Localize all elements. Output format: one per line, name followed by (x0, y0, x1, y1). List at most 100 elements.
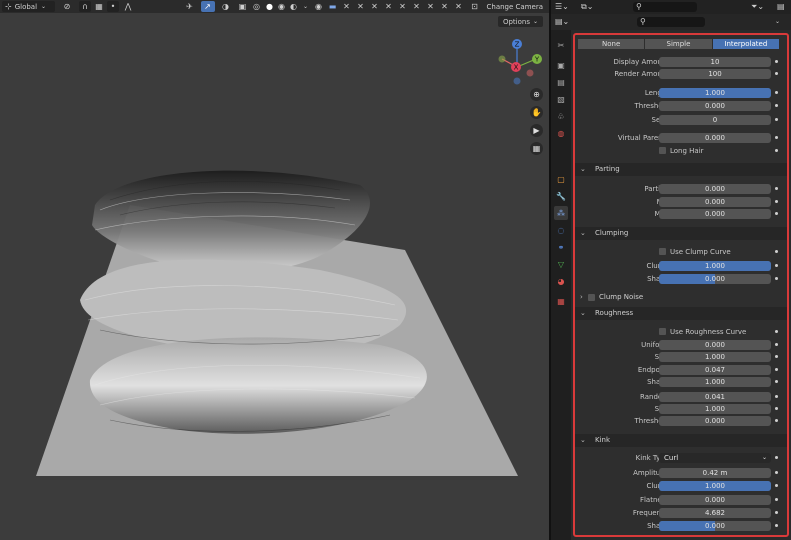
clump-noise-checkbox[interactable] (588, 294, 595, 301)
transform-orientation-dropdown[interactable]: ⊹ Global ⌄ (2, 1, 55, 12)
kink-shape-slider[interactable]: 0.000 (659, 521, 771, 531)
length-slider[interactable]: 1.000 (659, 88, 771, 98)
change-camera-icon-btn[interactable]: ⊡ (469, 1, 481, 12)
keyframe-dot[interactable] (775, 200, 778, 203)
change-camera-button[interactable]: Change Camera (483, 1, 548, 12)
random-field[interactable]: 0.041 (659, 392, 771, 402)
shading-material[interactable]: ◉ (277, 1, 287, 12)
parting-field[interactable]: 0.000 (659, 184, 771, 194)
keyframe-dot[interactable] (775, 250, 778, 253)
tab-tool[interactable]: ✂ (554, 38, 568, 52)
tab-data[interactable]: ▽ (554, 257, 568, 271)
clump-shape-slider[interactable]: 0.000 (659, 274, 771, 284)
keyframe-dot[interactable] (775, 277, 778, 280)
mode-none-button[interactable]: None (578, 39, 645, 49)
display-amount-field[interactable]: 10 (659, 57, 771, 67)
amplitude-field[interactable]: 0.42 m (659, 468, 771, 478)
mode-interpolated-button[interactable]: Interpolated (712, 39, 779, 49)
overlays-dropdown[interactable]: ◑ (217, 1, 235, 12)
filter-dropdown[interactable]: ⏷⌄ (751, 2, 771, 12)
parting-max-field[interactable]: 0.000 (659, 209, 771, 219)
new-collection-button[interactable]: ▤ (777, 2, 787, 12)
endpoint-field[interactable]: 0.047 (659, 365, 771, 375)
tab-output[interactable]: ▤ (554, 75, 568, 89)
tab-material[interactable]: ◕ (554, 274, 568, 288)
gizmo-x6[interactable]: ✕ (411, 1, 423, 12)
random-threshold-field[interactable]: 0.000 (659, 416, 771, 426)
falloff-dropdown[interactable]: ⋀ (121, 1, 135, 12)
flatness-field[interactable]: 0.000 (659, 495, 771, 505)
tab-render[interactable]: ▣ (554, 58, 568, 72)
shading-options[interactable]: ⌄ (301, 1, 311, 12)
roughness-section-header[interactable]: ⌄ Roughness (575, 307, 787, 320)
gizmo-x8[interactable]: ✕ (439, 1, 451, 12)
shading-rendered[interactable]: ◐ (289, 1, 299, 12)
proportional-edit-toggle[interactable]: • (107, 1, 119, 12)
navigation-gizmo[interactable]: Z Y X (494, 37, 546, 85)
keyframe-dot[interactable] (775, 484, 778, 487)
clump-slider[interactable]: 1.000 (659, 261, 771, 271)
properties-editor-type[interactable]: ▤⌄ (555, 17, 575, 27)
gizmo-x2[interactable]: ✕ (355, 1, 367, 12)
visibility-toggle[interactable]: ◉ (313, 1, 325, 12)
gizmo-x4[interactable]: ✕ (383, 1, 395, 12)
options-dropdown[interactable]: Options ⌄ (497, 16, 543, 27)
keyframe-dot[interactable] (775, 72, 778, 75)
editor-type-dropdown[interactable]: ☰⌄ (555, 2, 575, 12)
tab-texture[interactable]: ▦ (554, 294, 568, 308)
outliner-search-input[interactable]: ⚲ (633, 2, 697, 12)
parting-min-field[interactable]: 0.000 (659, 197, 771, 207)
keyframe-dot[interactable] (775, 456, 778, 459)
tab-view-layer[interactable]: ▧ (554, 92, 568, 106)
snap-target-dropdown[interactable]: ▦ (93, 1, 105, 12)
show-gizmo-dropdown[interactable]: ✈ (181, 1, 199, 12)
display-mode-dropdown[interactable]: ⧉⌄ (581, 2, 601, 12)
keyframe-dot[interactable] (775, 60, 778, 63)
keyframe-dot[interactable] (775, 395, 778, 398)
keyframe-dot[interactable] (775, 355, 778, 358)
camera-toggle[interactable]: ▬ (327, 1, 339, 12)
virtual-parents-field[interactable]: 0.000 (659, 133, 771, 143)
keyframe-dot[interactable] (775, 264, 778, 267)
use-clump-curve-checkbox[interactable] (659, 248, 666, 255)
xray-toggle[interactable]: ▣ (237, 1, 249, 12)
keyframe-dot[interactable] (775, 419, 778, 422)
mode-simple-button[interactable]: Simple (645, 39, 712, 49)
gizmo-x5[interactable]: ✕ (397, 1, 409, 12)
zoom-button[interactable]: ⊕ (530, 88, 543, 101)
keyframe-dot[interactable] (775, 136, 778, 139)
properties-options[interactable]: ⌄ (775, 17, 785, 27)
uniform-size-field[interactable]: 1.000 (659, 352, 771, 362)
gizmo-x1[interactable]: ✕ (341, 1, 353, 12)
pan-button[interactable]: ✋ (530, 106, 543, 119)
keyframe-dot[interactable] (775, 104, 778, 107)
tab-constraints[interactable]: ⚭ (554, 240, 568, 254)
camera-view-button[interactable]: ▶ (530, 124, 543, 137)
keyframe-dot[interactable] (775, 380, 778, 383)
keyframe-dot[interactable] (775, 187, 778, 190)
gizmo-x9[interactable]: ✕ (453, 1, 465, 12)
keyframe-dot[interactable] (775, 330, 778, 333)
keyframe-dot[interactable] (775, 368, 778, 371)
long-hair-checkbox[interactable] (659, 147, 666, 154)
use-roughness-curve-checkbox[interactable] (659, 328, 666, 335)
snap-toggle[interactable]: ∩ (79, 1, 91, 12)
keyframe-dot[interactable] (775, 212, 778, 215)
clumping-section-header[interactable]: ⌄ Clumping (575, 227, 787, 240)
clump-noise-section-header[interactable]: › Clump Noise (575, 291, 787, 304)
keyframe-dot[interactable] (775, 91, 778, 94)
keyframe-dot[interactable] (775, 524, 778, 527)
threshold-field[interactable]: 0.000 (659, 101, 771, 111)
keyframe-dot[interactable] (775, 471, 778, 474)
tab-particles[interactable]: ⁂ (554, 206, 568, 220)
frequency-field[interactable]: 4.682 (659, 508, 771, 518)
shading-wireframe[interactable]: ◎ (251, 1, 263, 12)
keyframe-dot[interactable] (775, 407, 778, 410)
show-gizmo-toggle[interactable]: ↗ (200, 1, 215, 12)
tab-scene[interactable]: ♧ (554, 109, 568, 123)
keyframe-dot[interactable] (775, 149, 778, 152)
tab-object[interactable]: ▢ (554, 172, 568, 186)
properties-search-input[interactable]: ⚲ (637, 17, 705, 27)
3d-viewport[interactable]: ⊹ Global ⌄ ⊘ ∩ ▦ • ⋀ ✈ ↗ ◑ ▣ ◎ ● ◉ ◐ ⌄ ◉… (0, 0, 549, 540)
seed-field[interactable]: 0 (659, 115, 771, 125)
